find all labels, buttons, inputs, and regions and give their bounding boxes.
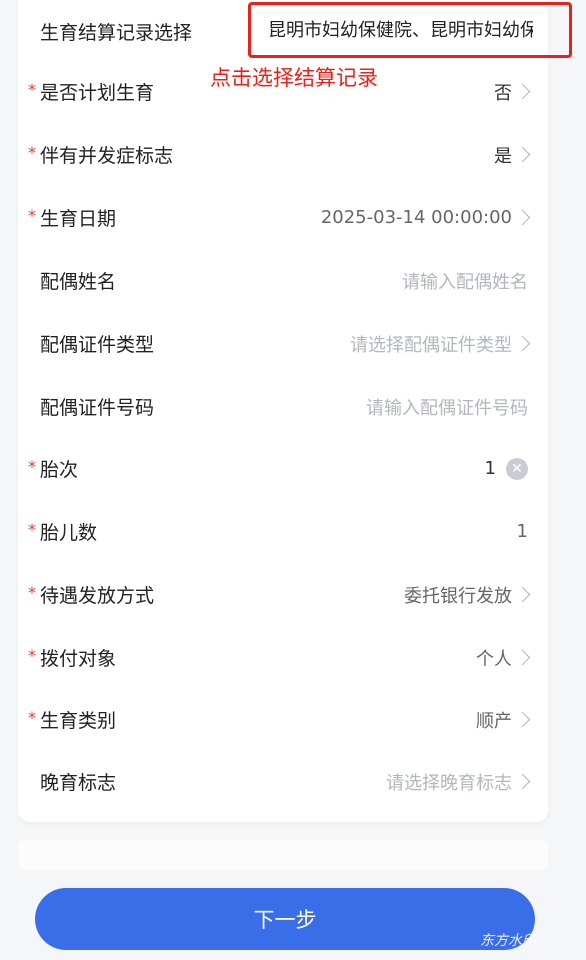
fetus-count-value[interactable]: 1: [517, 521, 528, 542]
late-birth-label: 晚育标志: [40, 772, 117, 794]
payee-label: 拨付对象: [40, 648, 117, 670]
payee-row[interactable]: * 拨付对象 个人: [0, 626, 586, 689]
spouse-id-number-row[interactable]: 配偶证件号码 请输入配偶证件号码: [0, 375, 586, 438]
payment-method-label: 待遇发放方式: [40, 585, 155, 607]
required-mark: *: [28, 583, 36, 602]
birth-type-value: 顺产: [476, 710, 512, 732]
late-birth-row[interactable]: 晚育标志 请选择晚育标志: [0, 750, 586, 813]
settlement-record-value[interactable]: 昆明市妇幼保健院、昆明市妇幼保健院: [268, 16, 533, 42]
required-mark: *: [28, 520, 36, 539]
payment-method-row[interactable]: * 待遇发放方式 委托银行发放: [0, 563, 586, 626]
spouse-name-input[interactable]: 请输入配偶姓名: [402, 268, 528, 294]
planned-birth-value: 否: [494, 82, 512, 104]
planned-birth-row[interactable]: * 是否计划生育 否: [0, 60, 586, 123]
chevron-right-icon: [514, 335, 531, 352]
complication-value: 是: [494, 145, 512, 167]
chevron-right-icon: [514, 83, 531, 100]
parity-input[interactable]: 1: [485, 458, 496, 479]
planned-birth-label: 是否计划生育: [40, 82, 155, 104]
fetus-count-label: 胎儿数: [40, 522, 98, 544]
fetus-count-row[interactable]: * 胎儿数 1: [0, 500, 586, 563]
chevron-right-icon: [514, 209, 531, 226]
chevron-right-icon: [514, 649, 531, 666]
birth-date-label: 生育日期: [40, 208, 117, 230]
required-mark: *: [28, 646, 36, 665]
spouse-id-type-label: 配偶证件类型: [40, 334, 155, 356]
birth-type-label: 生育类别: [40, 710, 117, 732]
spouse-id-number-label: 配偶证件号码: [40, 397, 155, 419]
required-mark: *: [28, 206, 36, 225]
payment-method-value: 委托银行发放: [404, 585, 512, 607]
birth-date-row[interactable]: * 生育日期 2025-03-14 00:00:00: [0, 186, 586, 249]
chevron-right-icon: [514, 146, 531, 163]
next-step-button[interactable]: 下一步: [35, 888, 535, 950]
birth-date-value: 2025-03-14 00:00:00: [320, 207, 512, 228]
chevron-right-icon: [514, 586, 531, 603]
complication-label: 伴有并发症标志: [40, 145, 174, 167]
clear-icon[interactable]: ✕: [506, 457, 528, 480]
spouse-id-number-input[interactable]: 请输入配偶证件号码: [366, 394, 528, 420]
late-birth-select[interactable]: 请选择晚育标志: [386, 769, 512, 795]
spouse-id-type-row[interactable]: 配偶证件类型 请选择配偶证件类型: [0, 312, 586, 375]
required-mark: *: [28, 457, 36, 476]
spouse-id-type-select[interactable]: 请选择配偶证件类型: [350, 331, 512, 357]
divider: [18, 840, 548, 870]
chevron-right-icon: [514, 711, 531, 728]
chevron-right-icon: [514, 773, 531, 790]
parity-row[interactable]: * 胎次 1 ✕: [0, 437, 586, 500]
birth-type-row[interactable]: * 生育类别 顺产: [0, 688, 586, 751]
required-mark: *: [28, 708, 36, 727]
spouse-name-label: 配偶姓名: [40, 271, 117, 293]
parity-label: 胎次: [40, 459, 79, 481]
payee-value: 个人: [476, 648, 512, 670]
watermark: 东方水印: [480, 933, 536, 949]
spouse-name-row[interactable]: 配偶姓名 请输入配偶姓名: [0, 249, 586, 312]
settlement-record-label: 生育结算记录选择: [40, 22, 193, 44]
complication-row[interactable]: * 伴有并发症标志 是: [0, 123, 586, 186]
required-mark: *: [28, 80, 36, 99]
required-mark: *: [28, 143, 36, 162]
